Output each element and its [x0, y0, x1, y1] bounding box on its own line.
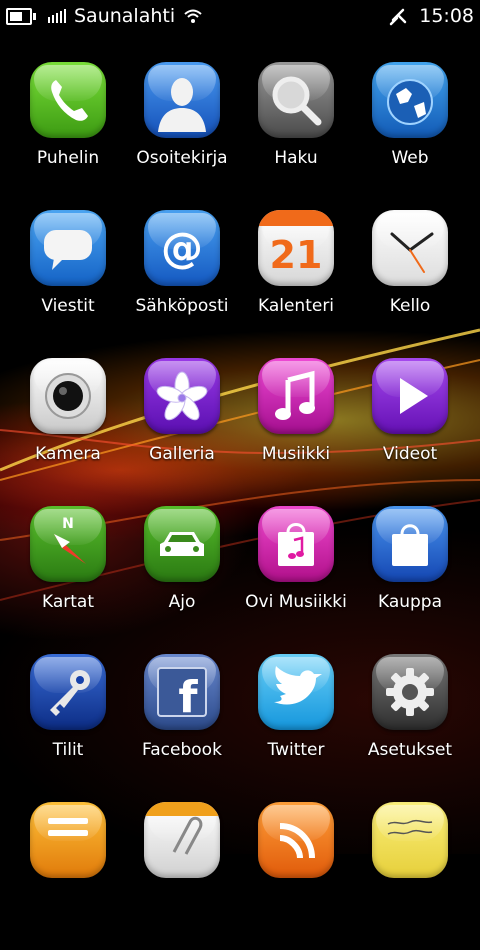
gear-icon	[372, 654, 448, 730]
svg-text:@: @	[161, 223, 203, 272]
facebook-icon: f	[144, 654, 220, 730]
search-icon	[258, 62, 334, 138]
shopping-bag-icon	[372, 506, 448, 582]
app-label: Kauppa	[377, 592, 443, 612]
phone-icon	[30, 62, 106, 138]
music-bag-icon	[258, 506, 334, 582]
app-label: Asetukset	[367, 740, 453, 760]
app-videot[interactable]: Videot	[350, 358, 470, 506]
app-label: Kello	[389, 296, 431, 316]
app-musiikki[interactable]: Musiikki	[236, 358, 356, 506]
compass-icon: N	[30, 506, 106, 582]
contacts-icon	[144, 62, 220, 138]
app-kamera[interactable]: Kamera	[8, 358, 128, 506]
app-ajo[interactable]: Ajo	[122, 506, 242, 654]
email-icon: @	[144, 210, 220, 286]
compass-letter: N	[62, 516, 74, 532]
app-haku[interactable]: Haku	[236, 62, 356, 210]
app-puhelin[interactable]: Puhelin	[8, 62, 128, 210]
sticky-note-icon	[372, 802, 448, 878]
app-grid: Puhelin Osoitekirja Haku Web Viestit @ S…	[0, 0, 480, 878]
app-kalenteri[interactable]: 21 Kalenteri	[236, 210, 356, 358]
app-label: Videot	[382, 444, 438, 464]
key-icon	[30, 654, 106, 730]
calendar-icon: 21	[258, 210, 334, 286]
facebook-glyph: f	[178, 672, 198, 723]
camera-icon	[30, 358, 106, 434]
play-icon	[372, 358, 448, 434]
rss-icon	[258, 802, 334, 878]
flower-icon	[144, 358, 220, 434]
app-sahkoposti[interactable]: @ Sähköposti	[122, 210, 242, 358]
app-kauppa[interactable]: Kauppa	[350, 506, 470, 654]
app-web[interactable]: Web	[350, 62, 470, 210]
app-viestit[interactable]: Viestit	[8, 210, 128, 358]
calendar-day: 21	[270, 233, 323, 277]
app-ovi-musiikki[interactable]: Ovi Musiikki	[236, 506, 356, 654]
app-label: Web	[391, 148, 429, 168]
app-tilit[interactable]: Tilit	[8, 654, 128, 802]
car-icon	[144, 506, 220, 582]
clock-icon	[372, 210, 448, 286]
app-galleria[interactable]: Galleria	[122, 358, 242, 506]
twitter-icon	[258, 654, 334, 730]
app-twitter[interactable]: Twitter	[236, 654, 356, 802]
app-rss[interactable]	[236, 802, 356, 950]
app-muistilaput[interactable]	[350, 802, 470, 950]
app-kartat[interactable]: N Kartat	[8, 506, 128, 654]
message-icon	[30, 210, 106, 286]
paperclip-icon	[144, 802, 220, 878]
notes-icon	[30, 802, 106, 878]
app-tiedostot[interactable]	[122, 802, 242, 950]
app-asetukset[interactable]: Asetukset	[350, 654, 470, 802]
music-note-icon	[258, 358, 334, 434]
app-kello[interactable]: Kello	[350, 210, 470, 358]
app-osoitekirja[interactable]: Osoitekirja	[122, 62, 242, 210]
app-muistio[interactable]	[8, 802, 128, 950]
globe-icon	[372, 62, 448, 138]
app-facebook[interactable]: f Facebook	[122, 654, 242, 802]
